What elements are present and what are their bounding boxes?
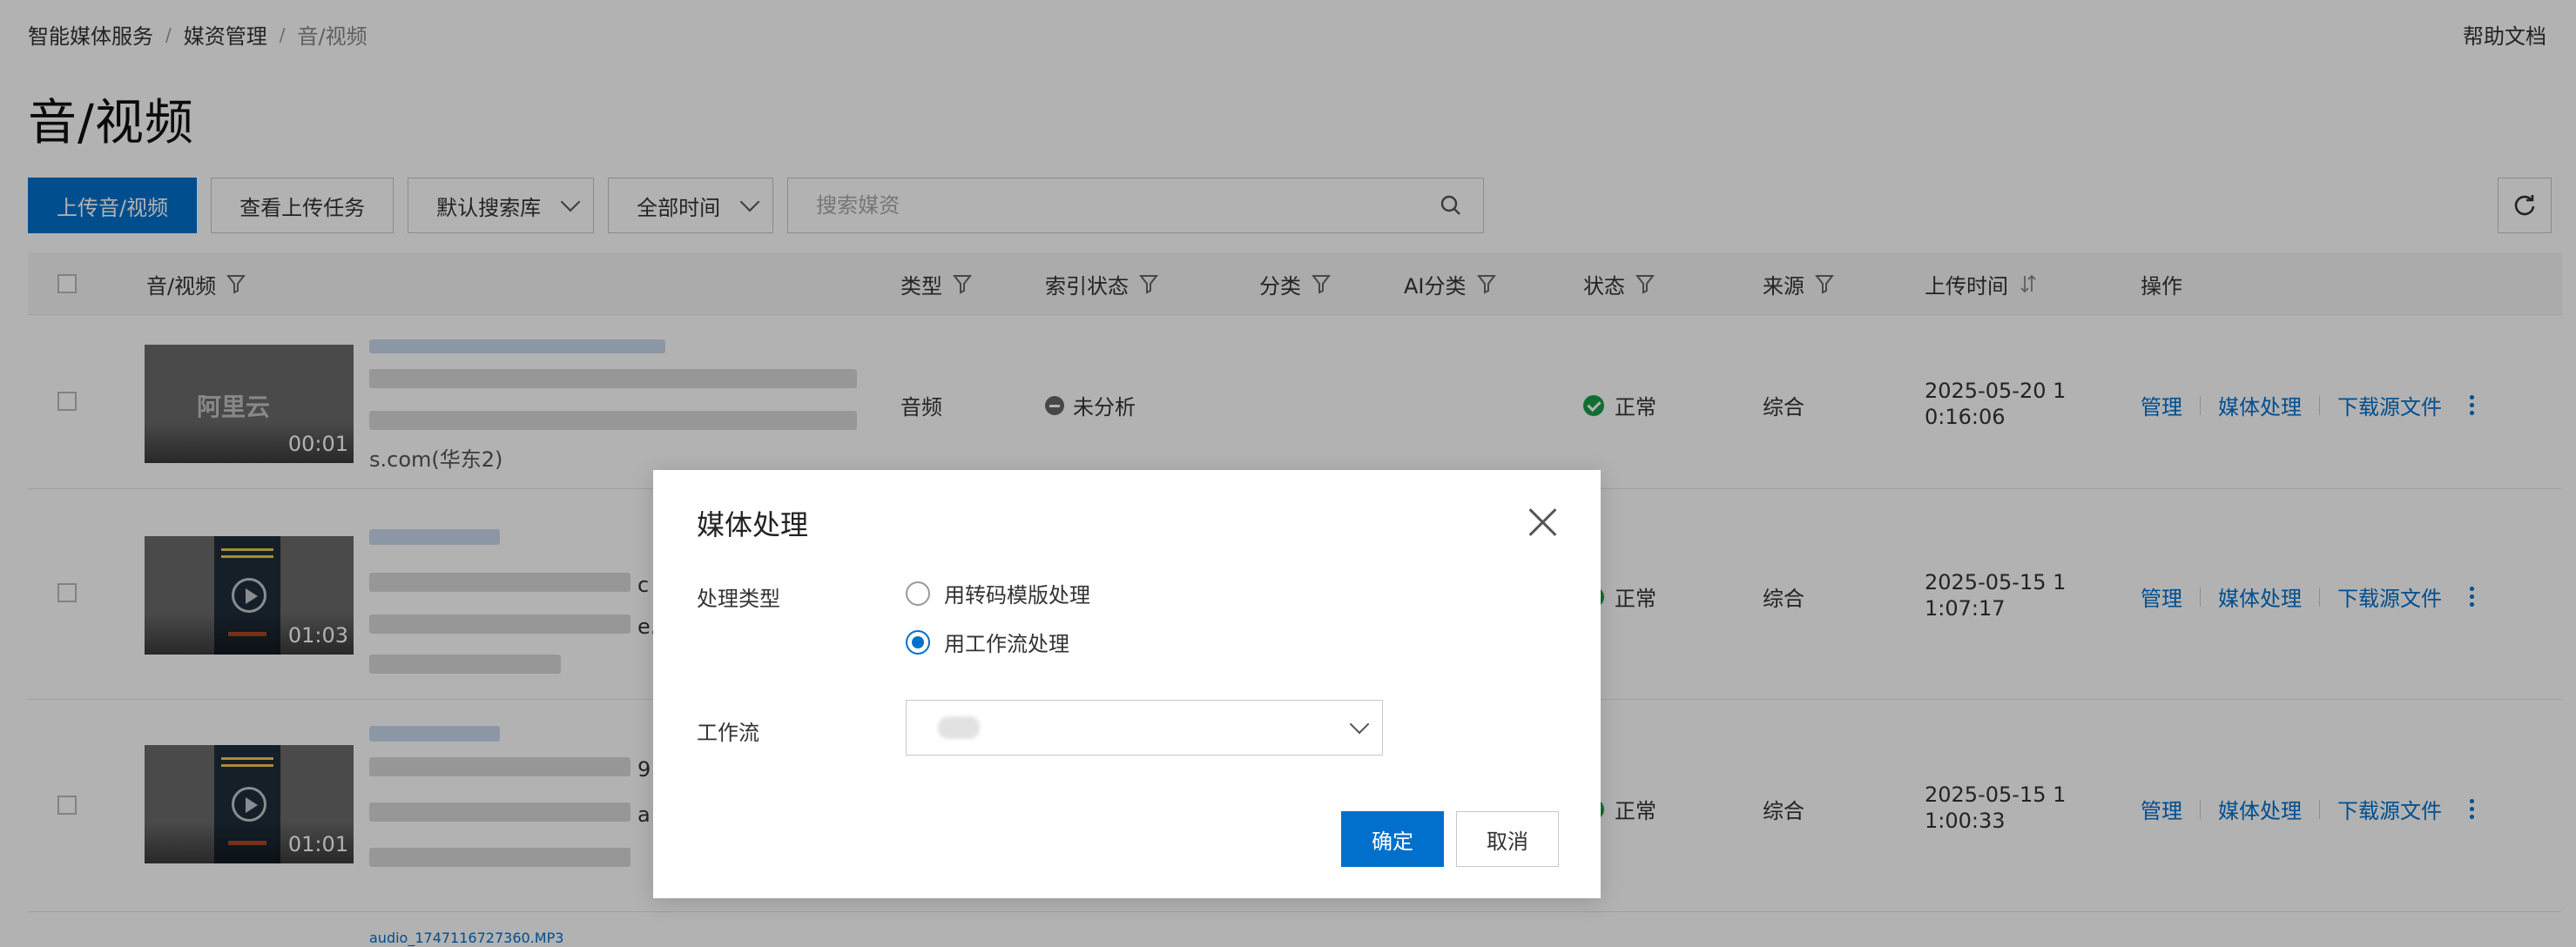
workflow-select[interactable] bbox=[906, 700, 1383, 756]
cancel-button[interactable]: 取消 bbox=[1456, 811, 1559, 867]
radio-transcode-template[interactable]: 用转码模版处理 bbox=[906, 578, 1090, 608]
radio-workflow[interactable]: 用工作流处理 bbox=[906, 627, 1069, 657]
chevron-down-icon bbox=[1349, 714, 1370, 735]
close-icon[interactable] bbox=[1527, 507, 1559, 538]
dialog-title: 媒体处理 bbox=[697, 508, 809, 541]
radio-label: 用工作流处理 bbox=[944, 632, 1069, 656]
radio-button[interactable] bbox=[906, 581, 930, 606]
workflow-label: 工作流 bbox=[697, 721, 759, 745]
radio-label: 用转码模版处理 bbox=[944, 583, 1090, 608]
workflow-value-blurred bbox=[938, 716, 980, 739]
media-process-dialog: 媒体处理 处理类型 用转码模版处理 用工作流处理 工作流 确定 取消 bbox=[653, 470, 1601, 898]
radio-button-selected[interactable] bbox=[906, 629, 930, 655]
confirm-button[interactable]: 确定 bbox=[1341, 811, 1444, 867]
process-type-label: 处理类型 bbox=[697, 587, 780, 611]
